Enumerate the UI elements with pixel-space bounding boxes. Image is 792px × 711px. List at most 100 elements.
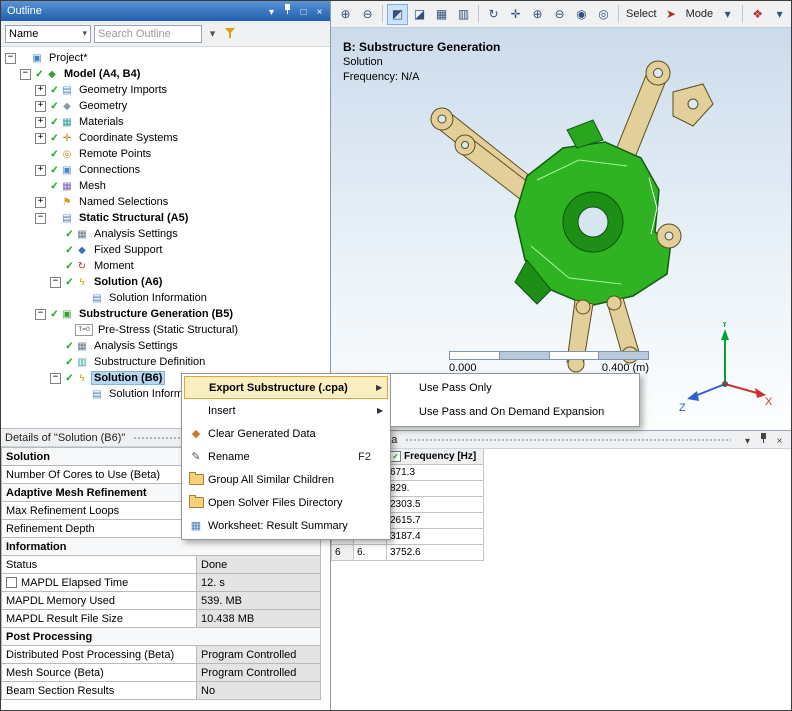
chevron-down-icon[interactable]: ▾ xyxy=(264,6,279,20)
tree-expander-icon[interactable]: − xyxy=(35,308,46,320)
tree-item-label: Project* xyxy=(49,52,88,64)
tree-expander-icon[interactable]: − xyxy=(50,276,61,288)
details-value[interactable]: 12. s xyxy=(197,574,321,592)
tree-item[interactable]: + ✓ ▦ Materials xyxy=(1,114,330,130)
menu-item[interactable]: ✎ Rename F2 xyxy=(184,445,388,468)
submenu-item[interactable]: Use Pass Only xyxy=(393,376,637,400)
tree-item[interactable]: + ⚑ Named Selections xyxy=(1,194,330,210)
chevron-down-icon[interactable]: ▾ xyxy=(740,434,755,448)
graphics-viewport[interactable]: B: Substructure Generation Solution Freq… xyxy=(331,28,791,430)
checkbox-icon[interactable]: ✓ xyxy=(390,451,401,462)
tree-item[interactable]: ✓ ▦ Analysis Settings xyxy=(1,226,330,242)
iso-view-icon[interactable]: ◩ xyxy=(387,3,408,25)
tree-expander-icon[interactable]: − xyxy=(50,372,61,384)
close-icon[interactable]: × xyxy=(312,6,327,20)
tree-item[interactable]: + ✓ ✛ Coordinate Systems xyxy=(1,130,330,146)
magnifier-window-icon[interactable]: ◎ xyxy=(593,4,614,25)
tabular-cell[interactable]: 829. xyxy=(387,481,484,497)
tree-item[interactable]: ✓ ▦ Mesh xyxy=(1,178,330,194)
tree-item[interactable]: ✓ ↻ Moment xyxy=(1,258,330,274)
filter-funnel-icon[interactable] xyxy=(223,26,238,42)
details-value[interactable]: Program Controlled xyxy=(197,664,321,682)
menu-item[interactable]: Insert ▶ xyxy=(184,399,388,422)
outline-titlebar[interactable]: Outline ▾ □ × xyxy=(1,1,330,21)
details-label-text: MAPDL Memory Used xyxy=(6,594,116,607)
details-label: Distributed Post Processing (Beta) xyxy=(2,646,197,664)
submenu-item[interactable]: Use Pass and On Demand Expansion xyxy=(393,400,637,424)
tree-expander-icon[interactable]: + xyxy=(35,100,46,112)
menu-item[interactable]: ▦ Worksheet: Result Summary xyxy=(184,514,388,537)
tree-item[interactable]: − ✓ ϟ Solution (A6) xyxy=(1,274,330,290)
details-value[interactable]: Done xyxy=(197,556,321,574)
tabular-cell[interactable]: 3752.6 xyxy=(387,545,484,561)
select-mode-icon[interactable]: ➤ xyxy=(661,4,682,25)
details-value[interactable]: Program Controlled xyxy=(197,646,321,664)
search-input[interactable] xyxy=(94,24,202,43)
menu-item[interactable]: ◆ Clear Generated Data xyxy=(184,422,388,445)
menu-item[interactable]: Group All Similar Children xyxy=(184,468,388,491)
tree-item[interactable]: − ✓ ◆ Model (A4, B4) xyxy=(1,66,330,82)
tree-expander-icon[interactable]: + xyxy=(35,196,46,208)
filter-dropdown-icon[interactable]: ▾ xyxy=(769,4,790,25)
solution-information-icon: ▤ xyxy=(92,292,102,304)
look-at-face-icon[interactable]: ◪ xyxy=(409,4,430,25)
close-icon[interactable]: × xyxy=(772,434,787,448)
tree-expander-icon[interactable]: + xyxy=(35,116,46,128)
maximize-icon[interactable]: □ xyxy=(296,6,311,20)
details-value[interactable]: 10.438 MB xyxy=(197,610,321,628)
tree-item[interactable]: ✓ ▥ Substructure Definition xyxy=(1,354,330,370)
pan-icon[interactable]: ✛ xyxy=(505,4,526,25)
tree-expander-icon[interactable]: + xyxy=(35,164,46,176)
tree-item[interactable]: ✓ ◆ Fixed Support xyxy=(1,242,330,258)
menu-item-label: Worksheet: Result Summary xyxy=(208,519,348,532)
zoom-box-in-icon[interactable]: ⊕ xyxy=(335,4,356,25)
mode-dropdown-icon[interactable]: ▾ xyxy=(717,4,738,25)
tree-item[interactable]: + ✓ ▣ Connections xyxy=(1,162,330,178)
zoom-in-icon[interactable]: ⊕ xyxy=(527,4,548,25)
details-value[interactable]: No xyxy=(197,682,321,700)
tabular-cell[interactable]: 2615.7 xyxy=(387,513,484,529)
tabular-cell[interactable]: 2303.5 xyxy=(387,497,484,513)
tree-item[interactable]: ✓ ▦ Analysis Settings xyxy=(1,338,330,354)
tree-item[interactable]: ▤ Solution Information xyxy=(1,290,330,306)
tree-item[interactable]: + ✓ ▤ Geometry Imports xyxy=(1,82,330,98)
tree-item[interactable]: − ✓ ▣ Substructure Generation (B5) xyxy=(1,306,330,322)
selection-filter-icon[interactable]: ❖ xyxy=(747,4,768,25)
splitter-dots[interactable] xyxy=(405,437,731,442)
search-options-chevron-icon[interactable]: ▾ xyxy=(205,26,220,42)
pin-icon[interactable] xyxy=(756,431,771,445)
wireframe-view-icon[interactable]: ▦ xyxy=(431,4,452,25)
tabular-cell[interactable]: 671.3 xyxy=(387,465,484,481)
pin-icon[interactable] xyxy=(280,2,295,16)
static-structural-icon: ▤ xyxy=(62,212,72,224)
menu-item[interactable]: Open Solver Files Directory xyxy=(184,491,388,514)
tree-item[interactable]: − ▣ Project* xyxy=(1,50,330,66)
tabular-cell[interactable]: 3187.4 xyxy=(387,529,484,545)
tree-item[interactable]: ✓ ◎ Remote Points xyxy=(1,146,330,162)
menu-item-label: Open Solver Files Directory xyxy=(208,496,343,509)
tree-expander-icon[interactable]: − xyxy=(20,68,31,80)
tree-item[interactable]: T=0 Pre-Stress (Static Structural) xyxy=(1,322,330,338)
tabular-cell[interactable]: 6. xyxy=(354,545,387,561)
tabular-cell[interactable]: 6 xyxy=(332,545,354,561)
zoom-box-out-icon[interactable]: ⊖ xyxy=(357,4,378,25)
check-icon: ✓ xyxy=(65,356,74,368)
name-filter-select[interactable]: Name ▾ xyxy=(5,24,91,43)
rotate-icon[interactable]: ↻ xyxy=(483,4,504,25)
outline-panel: Outline ▾□× Name ▾ ▾ −▣Project*−✓◆Model … xyxy=(1,1,330,428)
details-value[interactable]: 539. MB xyxy=(197,592,321,610)
tree-expander-icon[interactable]: − xyxy=(5,52,16,64)
check-icon: ✓ xyxy=(65,372,74,384)
tabular-caption-bar[interactable]: Tabular Data ▾× xyxy=(331,431,791,449)
zoom-fit-icon[interactable]: ◉ xyxy=(571,4,592,25)
checkbox-icon[interactable] xyxy=(6,577,17,588)
tree-expander-icon[interactable]: + xyxy=(35,84,46,96)
tree-expander-icon[interactable]: + xyxy=(35,132,46,144)
orientation-triad[interactable]: Y X Z xyxy=(677,322,773,412)
tree-expander-icon[interactable]: − xyxy=(35,212,46,224)
tree-item[interactable]: + ✓ ◆ Geometry xyxy=(1,98,330,114)
viewports-icon[interactable]: ▥ xyxy=(453,4,474,25)
menu-item[interactable]: Export Substructure (.cpa) ▶ xyxy=(184,376,388,399)
tree-item[interactable]: − ▤ Static Structural (A5) xyxy=(1,210,330,226)
zoom-out-icon[interactable]: ⊖ xyxy=(549,4,570,25)
